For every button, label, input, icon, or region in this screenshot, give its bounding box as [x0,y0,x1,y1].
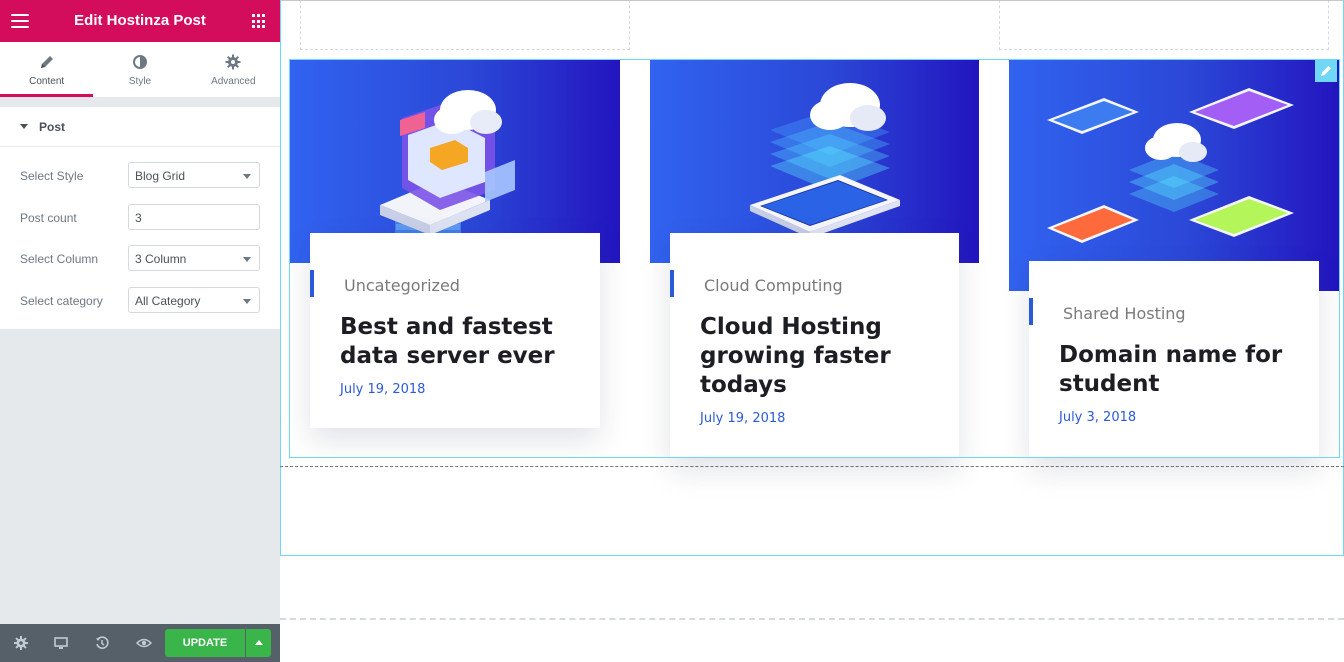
chevron-down-icon [243,299,251,304]
caret-down-icon [20,124,28,129]
panel-title: Edit Hostinza Post [74,12,206,29]
tab-content[interactable]: Content [0,42,94,97]
add-section-area [280,618,1344,620]
control-label: Select category [20,294,103,308]
select-style-value: Blog Grid [135,169,186,183]
select-category-dropdown[interactable]: All Category [128,287,260,313]
half-circle-icon [132,55,147,69]
section-toggle[interactable]: Post [0,107,280,147]
edit-widget-button[interactable] [1315,60,1337,82]
tab-style-label: Style [128,76,152,87]
pencil-icon [1321,66,1331,76]
drop-divider [280,466,1344,467]
update-button[interactable]: UPDATE [165,629,245,657]
tab-style[interactable]: Style [93,42,186,97]
widgets-grid-icon[interactable] [252,14,267,29]
control-label: Select Column [20,252,99,266]
select-column-value: 3 Column [135,252,187,266]
panel-header: Edit Hostinza Post [0,0,280,42]
widget-outline [289,59,1340,458]
control-select-style: Select Style Blog Grid [0,162,280,190]
post-count-input[interactable]: 3 [128,204,260,230]
panel-tabs: Content Style Advanced [0,42,280,97]
control-post-count: Post count 3 [0,204,280,232]
gear-icon [225,54,241,70]
tab-content-label: Content [29,76,65,87]
update-options-button[interactable] [246,629,271,657]
chevron-down-icon [243,174,251,179]
select-category-value: All Category [135,294,201,308]
select-column-dropdown[interactable]: 3 Column [128,245,260,271]
editor-panel: Edit Hostinza Post Content Style Advance… [0,0,280,662]
chevron-down-icon [243,257,251,262]
pencil-icon [40,56,53,68]
tab-advanced[interactable]: Advanced [187,42,280,97]
section-title: Post [39,119,66,134]
post-count-value: 3 [135,211,142,225]
preview-icon[interactable] [136,635,152,651]
control-label: Select Style [20,169,84,183]
tab-advanced-label: Advanced [211,76,256,87]
control-select-column: Select Column 3 Column [0,245,280,273]
history-icon[interactable] [94,635,110,651]
post-section: Post Select Style Blog Grid Post count 3… [0,107,280,329]
panel-footer: UPDATE [0,624,280,662]
control-label: Post count [20,211,77,225]
control-select-category: Select category All Category [0,287,280,315]
select-style-dropdown[interactable]: Blog Grid [128,162,260,188]
settings-icon[interactable] [13,635,29,651]
responsive-icon[interactable] [53,635,69,651]
preview-canvas: Uncategorized Best and fastest data serv… [280,0,1344,662]
